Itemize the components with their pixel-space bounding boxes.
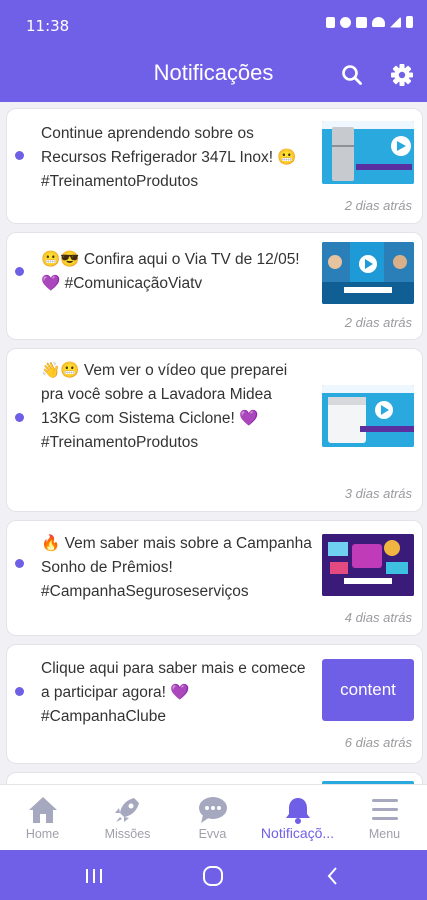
home-system-button[interactable]	[201, 864, 225, 888]
unread-dot	[15, 151, 24, 160]
recent-apps-icon	[86, 869, 102, 883]
wifi-icon	[372, 17, 385, 27]
notification-thumbnail[interactable]	[322, 242, 414, 304]
chat-bubble-icon	[198, 797, 227, 823]
nav-label-evva: Evva	[198, 827, 227, 841]
bottom-nav: Home Missões Evva Notificaçõ... Menu	[0, 784, 427, 850]
fridge-thumbnail-image	[322, 121, 414, 184]
notification-card[interactable]: Clique aqui para saber mais e comece a p…	[6, 644, 423, 764]
settings-button[interactable]	[387, 60, 417, 90]
notification-text: Clique aqui para saber mais e comece a p…	[41, 660, 306, 725]
status-bar: 11:38	[0, 0, 427, 50]
notification-time: 3 dias atrás	[344, 486, 412, 501]
signal-icon	[390, 16, 401, 28]
bell-icon	[285, 798, 310, 824]
notification-thumbnail[interactable]	[322, 534, 414, 596]
system-nav-bar	[0, 850, 427, 900]
back-chevron-icon	[327, 867, 337, 885]
nav-label-home: Home	[25, 827, 60, 841]
notification-time: 4 dias atrás	[344, 610, 412, 625]
washer-thumbnail-image	[322, 385, 414, 447]
unread-dot	[15, 267, 24, 276]
notification-time: 2 dias atrás	[344, 198, 412, 213]
menu-icon	[371, 799, 398, 820]
notification-icon	[326, 16, 335, 28]
rocket-icon	[114, 798, 139, 822]
notification-text: Continue aprendendo sobre os Recursos Re…	[41, 125, 297, 190]
nav-evva[interactable]: Evva	[170, 785, 255, 851]
home-icon	[28, 797, 57, 823]
search-icon	[342, 65, 362, 85]
notification-card[interactable]: Continue aprendendo sobre os Recursos Re…	[6, 108, 423, 224]
unread-dot	[15, 687, 24, 696]
nav-label-notificacoes: Notificaçõ...	[260, 825, 335, 841]
notification-card[interactable]: 👋😬 Vem ver o vídeo que preparei pra você…	[6, 348, 423, 512]
notification-text: 🔥 Vem saber mais sobre a Campanha Sonho …	[41, 535, 312, 600]
status-time: 11:38	[26, 17, 70, 35]
notification-text: 😬😎 Confira aqui o Via TV de 12/05! 💜 #Co…	[41, 251, 300, 292]
notification-time: 2 dias atrás	[344, 315, 412, 330]
back-button[interactable]	[321, 864, 345, 888]
nav-notificacoes[interactable]: Notificaçõ...	[255, 785, 340, 851]
notification-card[interactable]: 🔥 Vem saber mais sobre a Campanha Sonho …	[6, 520, 423, 636]
alarm-icon	[340, 16, 351, 28]
notification-list[interactable]: Continue aprendendo sobre os Recursos Re…	[0, 102, 427, 784]
nav-home[interactable]: Home	[0, 785, 85, 851]
home-circle-icon	[203, 866, 223, 886]
nav-menu[interactable]: Menu	[342, 785, 427, 851]
nav-label-menu: Menu	[368, 827, 401, 841]
gear-icon	[391, 64, 413, 86]
notification-card[interactable]	[6, 772, 423, 784]
recent-apps-button[interactable]	[82, 864, 106, 888]
notification-thumbnail[interactable]	[322, 385, 414, 447]
notification-text: 👋😬 Vem ver o vídeo que preparei pra você…	[41, 362, 288, 451]
app-bar: Notificações	[0, 50, 427, 102]
nav-label-missoes: Missões	[104, 827, 151, 841]
campaign-thumbnail-image	[322, 534, 414, 596]
nav-missoes[interactable]: Missões	[85, 785, 170, 851]
status-icons	[326, 16, 413, 28]
notification-time: 6 dias atrás	[344, 735, 412, 750]
unread-dot	[15, 413, 24, 422]
notification-thumbnail[interactable]: content	[322, 659, 414, 721]
unread-dot	[15, 559, 24, 568]
viatv-thumbnail-image	[322, 242, 414, 304]
thumbnail-label: content	[340, 680, 396, 699]
battery-icon	[406, 16, 413, 28]
notification-thumbnail[interactable]	[322, 121, 414, 184]
mute-icon	[356, 16, 367, 28]
notification-card[interactable]: 😬😎 Confira aqui o Via TV de 12/05! 💜 #Co…	[6, 232, 423, 340]
search-button[interactable]	[337, 60, 367, 90]
